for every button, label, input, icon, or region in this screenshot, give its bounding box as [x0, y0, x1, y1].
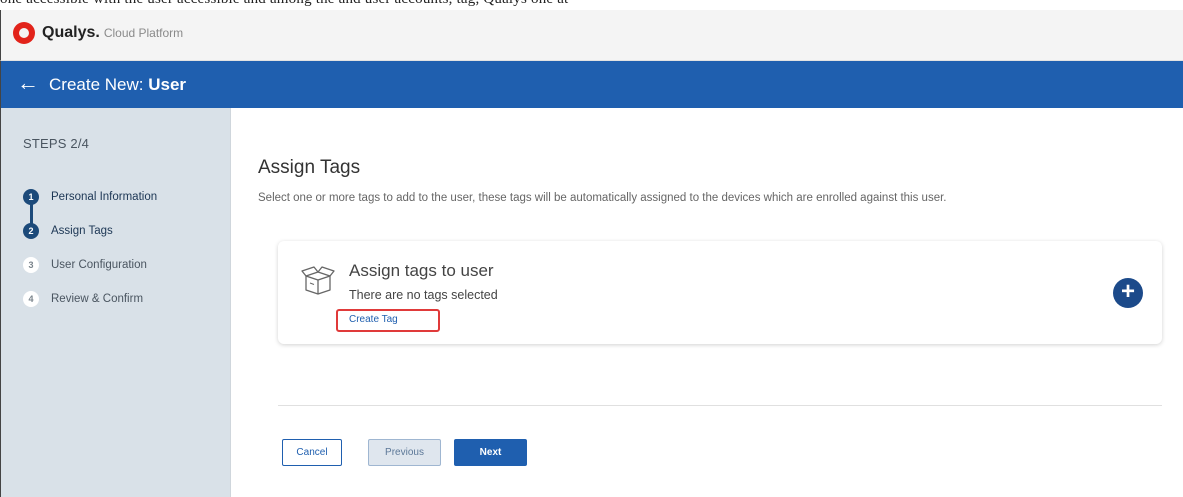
step-assign-tags[interactable]: 2 Assign Tags: [23, 223, 113, 239]
brand-name: Qualys.: [42, 24, 100, 41]
card-title: Assign tags to user: [349, 261, 494, 280]
top-bar: Qualys. Cloud Platform: [0, 10, 1183, 61]
step-label: Personal Information: [51, 191, 158, 203]
qualys-logo-icon: [13, 22, 35, 44]
main-content: Assign Tags Select one or more tags to a…: [232, 108, 1183, 497]
steps-sidebar: STEPS 2/4 1 Personal Information 2 Assig…: [0, 108, 231, 497]
page-description: Select one or more tags to add to the us…: [258, 192, 947, 204]
step-label: Assign Tags: [51, 225, 113, 237]
step-review-confirm[interactable]: 4 Review & Confirm: [23, 291, 143, 307]
assign-tags-card: Assign tags to user There are no tags se…: [278, 241, 1162, 344]
page-header: ← Create New: User: [0, 61, 1183, 108]
previous-button[interactable]: Previous: [368, 439, 441, 466]
step-number: 1: [23, 189, 39, 205]
footer-divider: [278, 405, 1162, 406]
step-label: User Configuration: [51, 259, 147, 271]
steps-title: STEPS 2/4: [23, 136, 90, 151]
plus-icon: +: [1120, 278, 1135, 305]
add-tag-button[interactable]: +: [1113, 278, 1143, 308]
page-title: Assign Tags: [258, 157, 361, 178]
cancel-button[interactable]: Cancel: [282, 439, 342, 466]
step-number: 4: [23, 291, 39, 307]
step-label: Review & Confirm: [51, 293, 144, 305]
step-number: 3: [23, 257, 39, 273]
card-subtitle: There are no tags selected: [349, 288, 498, 302]
step-number: 2: [23, 223, 39, 239]
clipped-text: one accessible with the user accessible …: [0, 0, 568, 8]
back-arrow-icon[interactable]: ←: [17, 71, 39, 95]
page-header-title: Create New: User: [49, 75, 186, 95]
header-prefix: Create New:: [49, 75, 144, 94]
clipped-text-strip: one accessible with the user accessible …: [0, 0, 1183, 10]
step-user-configuration[interactable]: 3 User Configuration: [23, 257, 147, 273]
step-personal-information[interactable]: 1 Personal Information: [23, 189, 157, 205]
next-button[interactable]: Next: [454, 439, 527, 466]
brand-product: Cloud Platform: [103, 26, 184, 40]
header-entity: User: [148, 75, 187, 94]
create-tag-link[interactable]: Create Tag: [349, 314, 398, 325]
brand-logo[interactable]: Qualys. Cloud Platform: [13, 22, 183, 44]
open-box-icon: [301, 266, 335, 295]
